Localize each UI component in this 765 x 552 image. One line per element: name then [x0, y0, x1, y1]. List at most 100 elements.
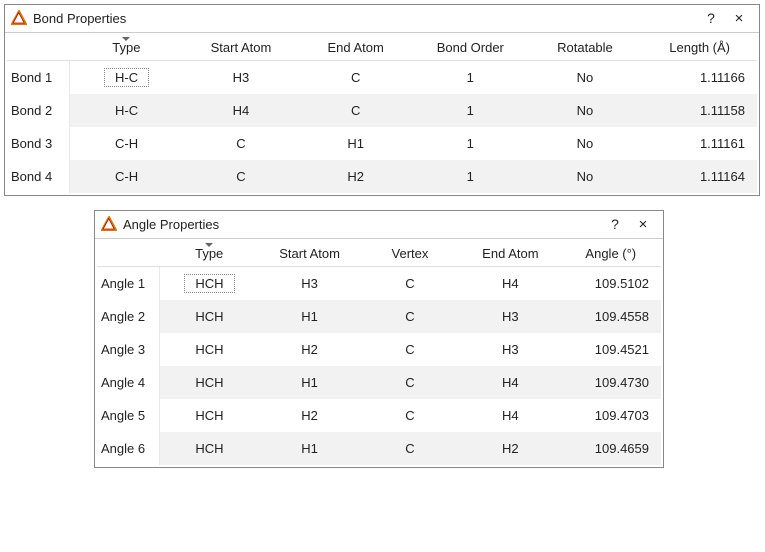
bond-title: Bond Properties	[33, 11, 126, 26]
cell-end[interactable]: H3	[460, 300, 560, 333]
bond-properties-dialog: Bond Properties ? × Type Start Atom End …	[4, 4, 760, 196]
cell-length[interactable]: 1.11158	[642, 94, 757, 127]
cell-start[interactable]: H1	[259, 300, 359, 333]
cell-type[interactable]: HCH	[159, 399, 259, 432]
cell-start[interactable]: H1	[259, 432, 359, 465]
cell-type[interactable]: HCH	[159, 300, 259, 333]
row-label: Bond 1	[7, 61, 69, 95]
table-row[interactable]: Bond 4 C-H C H2 1 No 1.11164	[7, 160, 757, 193]
cell-length[interactable]: 1.11164	[642, 160, 757, 193]
cell-vertex[interactable]: C	[360, 366, 460, 399]
cell-angle[interactable]: 109.5102	[561, 267, 661, 301]
cell-start[interactable]: H3	[184, 61, 299, 95]
table-row[interactable]: Bond 2 H-C H4 C 1 No 1.11158	[7, 94, 757, 127]
cell-end[interactable]: H4	[460, 267, 560, 301]
row-label: Angle 5	[97, 399, 159, 432]
cell-type[interactable]: C-H	[69, 160, 184, 193]
cell-angle[interactable]: 109.4703	[561, 399, 661, 432]
cell-type[interactable]: HCH	[159, 432, 259, 465]
bond-titlebar: Bond Properties ? ×	[5, 5, 759, 33]
cell-start[interactable]: H2	[259, 399, 359, 432]
cell-end[interactable]: H4	[460, 366, 560, 399]
cell-end[interactable]: C	[298, 94, 413, 127]
cell-length[interactable]: 1.11166	[642, 61, 757, 95]
table-row[interactable]: Bond 3 C-H C H1 1 No 1.11161	[7, 127, 757, 160]
app-icon	[101, 216, 117, 232]
cell-start[interactable]: C	[184, 127, 299, 160]
cell-start[interactable]: H4	[184, 94, 299, 127]
table-row[interactable]: Angle 5 HCH H2 C H4 109.4703	[97, 399, 661, 432]
cell-length[interactable]: 1.11161	[642, 127, 757, 160]
close-button[interactable]: ×	[725, 8, 753, 28]
cell-angle[interactable]: 109.4730	[561, 366, 661, 399]
cell-order[interactable]: 1	[413, 61, 528, 95]
angle-titlebar: Angle Properties ? ×	[95, 211, 663, 239]
cell-start[interactable]: H3	[259, 267, 359, 301]
cell-type[interactable]: H-C	[69, 61, 184, 95]
cell-type[interactable]: C-H	[69, 127, 184, 160]
cell-angle[interactable]: 109.4659	[561, 432, 661, 465]
bond-col-end[interactable]: End Atom	[298, 35, 413, 61]
cell-rotatable[interactable]: No	[528, 160, 643, 193]
row-label: Angle 6	[97, 432, 159, 465]
angle-col-vertex[interactable]: Vertex	[360, 241, 460, 267]
cell-rotatable[interactable]: No	[528, 127, 643, 160]
cell-vertex[interactable]: C	[360, 432, 460, 465]
obscured-text	[184, 198, 761, 208]
close-button[interactable]: ×	[629, 214, 657, 234]
cell-end[interactable]: C	[298, 61, 413, 95]
angle-title: Angle Properties	[123, 217, 219, 232]
bond-col-order[interactable]: Bond Order	[413, 35, 528, 61]
cell-vertex[interactable]: C	[360, 267, 460, 301]
angle-col-start[interactable]: Start Atom	[259, 241, 359, 267]
cell-end[interactable]: H3	[460, 333, 560, 366]
row-label: Angle 2	[97, 300, 159, 333]
row-label: Bond 4	[7, 160, 69, 193]
cell-vertex[interactable]: C	[360, 300, 460, 333]
table-row[interactable]: Angle 3 HCH H2 C H3 109.4521	[97, 333, 661, 366]
app-icon	[11, 10, 27, 26]
row-label: Angle 3	[97, 333, 159, 366]
cell-rotatable[interactable]: No	[528, 94, 643, 127]
table-row[interactable]: Angle 1 HCH H3 C H4 109.5102	[97, 267, 661, 301]
row-label: Bond 2	[7, 94, 69, 127]
cell-vertex[interactable]: C	[360, 399, 460, 432]
cell-order[interactable]: 1	[413, 127, 528, 160]
cell-type[interactable]: HCH	[159, 333, 259, 366]
angle-col-blank	[97, 241, 159, 267]
cell-type[interactable]: HCH	[159, 267, 259, 301]
bond-col-rotatable[interactable]: Rotatable	[528, 35, 643, 61]
cell-angle[interactable]: 109.4558	[561, 300, 661, 333]
table-row[interactable]: Bond 1 H-C H3 C 1 No 1.11166	[7, 61, 757, 95]
angle-properties-dialog: Angle Properties ? × Type Start Atom Ver…	[94, 210, 664, 468]
cell-order[interactable]: 1	[413, 160, 528, 193]
bond-col-length[interactable]: Length (Å)	[642, 35, 757, 61]
cell-type[interactable]: H-C	[69, 94, 184, 127]
table-row[interactable]: Angle 2 HCH H1 C H3 109.4558	[97, 300, 661, 333]
row-label: Angle 1	[97, 267, 159, 301]
cell-start[interactable]: C	[184, 160, 299, 193]
cell-type[interactable]: HCH	[159, 366, 259, 399]
angle-col-angle[interactable]: Angle (°)	[561, 241, 661, 267]
table-row[interactable]: Angle 4 HCH H1 C H4 109.4730	[97, 366, 661, 399]
cell-end[interactable]: H2	[460, 432, 560, 465]
help-button[interactable]: ?	[601, 214, 629, 234]
cell-vertex[interactable]: C	[360, 333, 460, 366]
help-button[interactable]: ?	[697, 8, 725, 28]
row-label: Bond 3	[7, 127, 69, 160]
cell-order[interactable]: 1	[413, 94, 528, 127]
bond-col-blank	[7, 35, 69, 61]
cell-end[interactable]: H1	[298, 127, 413, 160]
bond-col-start[interactable]: Start Atom	[184, 35, 299, 61]
table-row[interactable]: Angle 6 HCH H1 C H2 109.4659	[97, 432, 661, 465]
cell-end[interactable]: H2	[298, 160, 413, 193]
angle-col-end[interactable]: End Atom	[460, 241, 560, 267]
bond-col-type[interactable]: Type	[69, 35, 184, 61]
cell-start[interactable]: H1	[259, 366, 359, 399]
row-label: Angle 4	[97, 366, 159, 399]
cell-angle[interactable]: 109.4521	[561, 333, 661, 366]
angle-col-type[interactable]: Type	[159, 241, 259, 267]
cell-end[interactable]: H4	[460, 399, 560, 432]
cell-start[interactable]: H2	[259, 333, 359, 366]
cell-rotatable[interactable]: No	[528, 61, 643, 95]
